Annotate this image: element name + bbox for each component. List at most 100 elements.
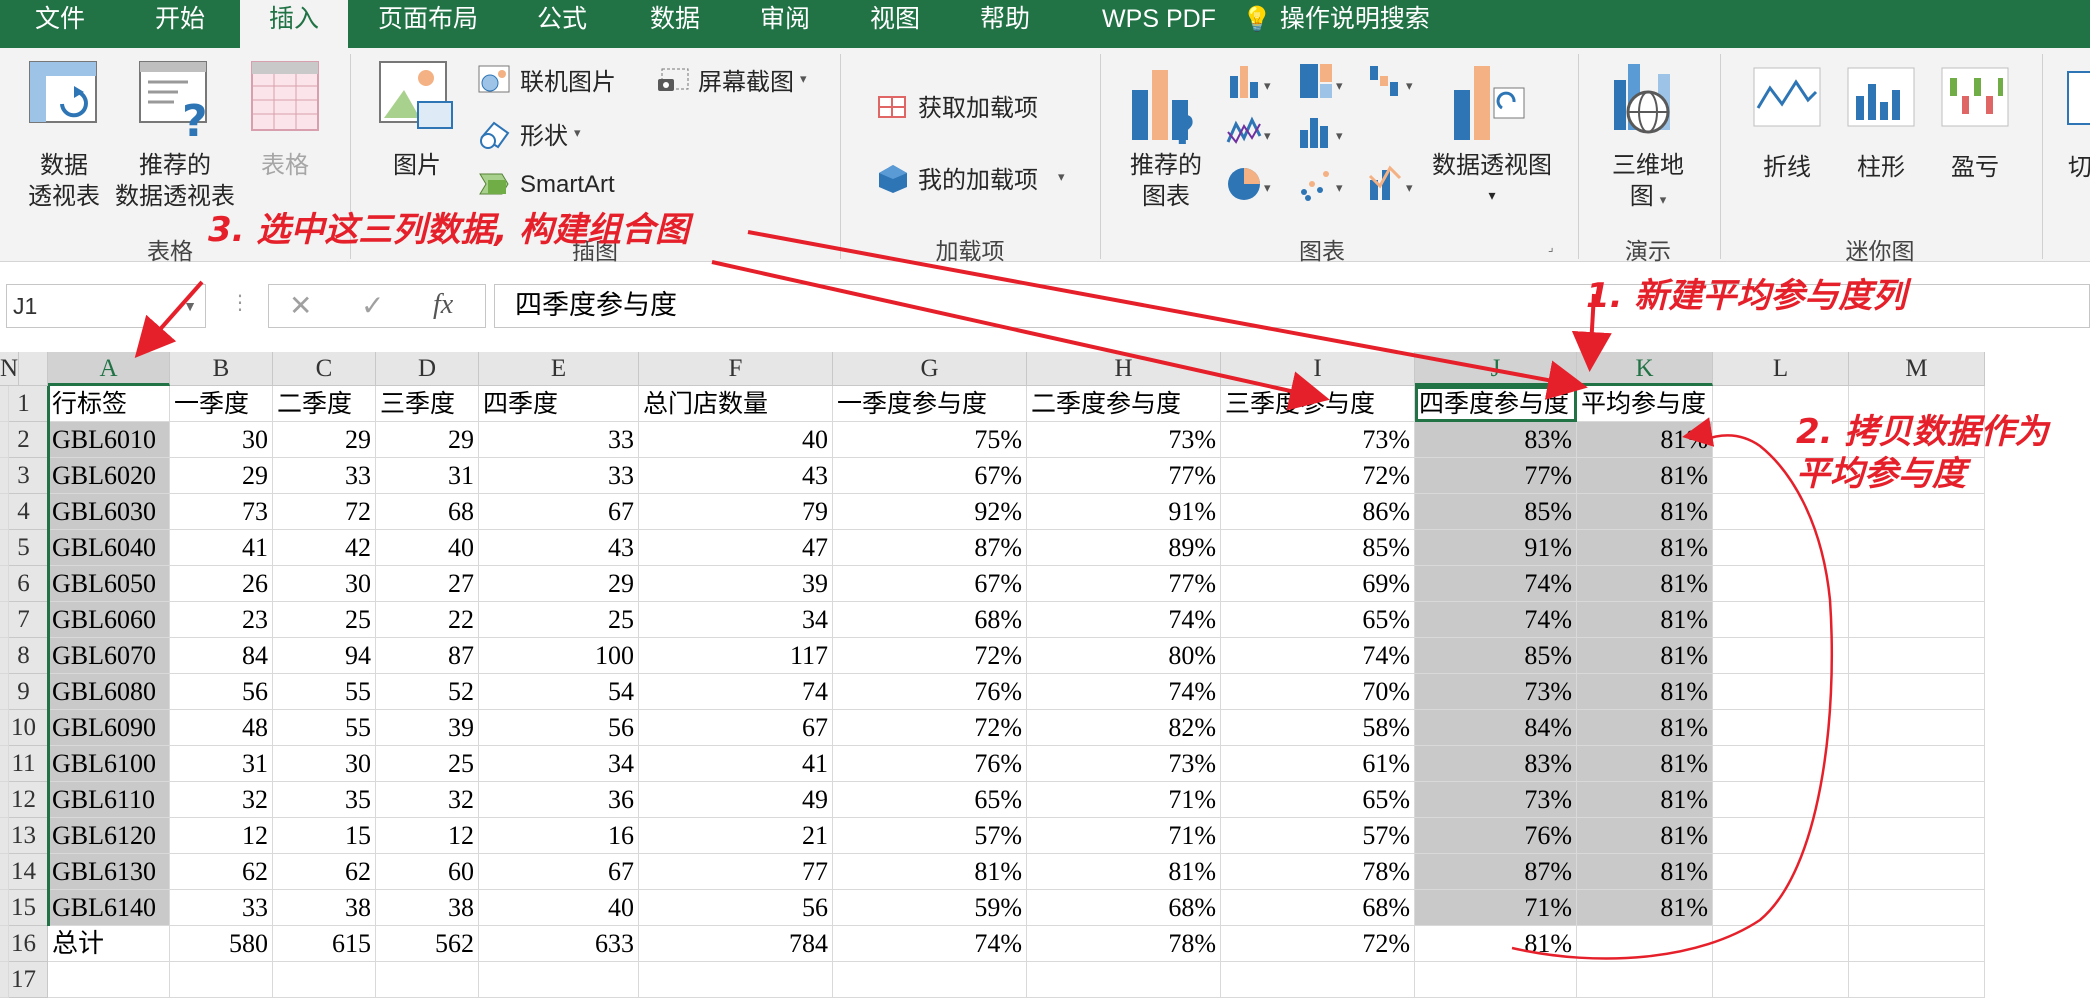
cell-k3[interactable]: 81%: [1577, 458, 1713, 494]
cell-e12[interactable]: 36: [479, 782, 639, 818]
get-addins-button[interactable]: 获取加载项: [876, 88, 1038, 123]
cell-j12[interactable]: 73%: [1415, 782, 1577, 818]
cell-m15[interactable]: [1849, 890, 1985, 926]
cell-m17[interactable]: [1849, 962, 1985, 998]
cell-g8[interactable]: 72%: [833, 638, 1027, 674]
cell-e5[interactable]: 43: [479, 530, 639, 566]
cell-i10[interactable]: 58%: [1221, 710, 1415, 746]
cell-n8[interactable]: [0, 638, 9, 674]
cell-e15[interactable]: 40: [479, 890, 639, 926]
line-chart-icon[interactable]: ▾: [1226, 112, 1278, 152]
scatter-chart-icon[interactable]: ▾: [1298, 162, 1350, 206]
charts-dialog-launcher-icon[interactable]: ⌟: [1548, 240, 1554, 254]
cell-m5[interactable]: [1849, 530, 1985, 566]
cell-i2[interactable]: 73%: [1221, 422, 1415, 458]
cell-k15[interactable]: 81%: [1577, 890, 1713, 926]
cell-j17[interactable]: [1415, 962, 1577, 998]
cell-j15[interactable]: 71%: [1415, 890, 1577, 926]
cell-n9[interactable]: [0, 674, 9, 710]
cell-h14[interactable]: 81%: [1027, 854, 1221, 890]
cell-l6[interactable]: [1713, 566, 1849, 602]
cell-a8[interactable]: GBL6070: [48, 638, 170, 674]
cell-j7[interactable]: 74%: [1415, 602, 1577, 638]
cell-d6[interactable]: 27: [376, 566, 479, 602]
cell-f6[interactable]: 39: [639, 566, 833, 602]
cell-l12[interactable]: [1713, 782, 1849, 818]
cell-c5[interactable]: 42: [273, 530, 376, 566]
cell-g12[interactable]: 65%: [833, 782, 1027, 818]
cell-i8[interactable]: 74%: [1221, 638, 1415, 674]
column-chart-icon[interactable]: ▾: [1226, 62, 1278, 102]
cell-k1[interactable]: 平均参与度: [1577, 386, 1713, 422]
cell-i13[interactable]: 57%: [1221, 818, 1415, 854]
column-header-n[interactable]: N: [0, 352, 20, 386]
cell-h4[interactable]: 91%: [1027, 494, 1221, 530]
cell-l15[interactable]: [1713, 890, 1849, 926]
column-header-i[interactable]: I: [1221, 352, 1415, 386]
cell-c11[interactable]: 30: [273, 746, 376, 782]
cell-k13[interactable]: 81%: [1577, 818, 1713, 854]
cell-m10[interactable]: [1849, 710, 1985, 746]
cell-k4[interactable]: 81%: [1577, 494, 1713, 530]
cell-e6[interactable]: 29: [479, 566, 639, 602]
cell-h6[interactable]: 77%: [1027, 566, 1221, 602]
cell-d8[interactable]: 87: [376, 638, 479, 674]
cell-n2[interactable]: [0, 422, 9, 458]
cell-f12[interactable]: 49: [639, 782, 833, 818]
pie-chart-icon[interactable]: ▾: [1226, 162, 1278, 206]
column-header-j[interactable]: J: [1415, 352, 1577, 386]
cell-k2[interactable]: 81%: [1577, 422, 1713, 458]
cell-m16[interactable]: [1849, 926, 1985, 962]
tab-formulas[interactable]: 公式: [510, 0, 614, 48]
cell-f5[interactable]: 47: [639, 530, 833, 566]
cell-k12[interactable]: 81%: [1577, 782, 1713, 818]
cell-l9[interactable]: [1713, 674, 1849, 710]
cell-g13[interactable]: 57%: [833, 818, 1027, 854]
table-button[interactable]: 表格: [236, 60, 334, 190]
cell-g10[interactable]: 72%: [833, 710, 1027, 746]
column-header-k[interactable]: K: [1577, 352, 1713, 386]
cell-a17[interactable]: [48, 962, 170, 998]
cell-b10[interactable]: 48: [170, 710, 273, 746]
cell-d4[interactable]: 68: [376, 494, 479, 530]
cell-n11[interactable]: [0, 746, 9, 782]
cell-m13[interactable]: [1849, 818, 1985, 854]
cell-m12[interactable]: [1849, 782, 1985, 818]
cell-h1[interactable]: 二季度参与度: [1027, 386, 1221, 422]
cell-n4[interactable]: [0, 494, 9, 530]
cell-i16[interactable]: 72%: [1221, 926, 1415, 962]
sparkline-line-button[interactable]: 折线: [1746, 66, 1828, 196]
tab-home[interactable]: 开始: [120, 0, 240, 48]
cell-f14[interactable]: 77: [639, 854, 833, 890]
cell-b2[interactable]: 30: [170, 422, 273, 458]
cell-l13[interactable]: [1713, 818, 1849, 854]
cell-i9[interactable]: 70%: [1221, 674, 1415, 710]
cell-e13[interactable]: 16: [479, 818, 639, 854]
cell-h17[interactable]: [1027, 962, 1221, 998]
cell-k14[interactable]: 81%: [1577, 854, 1713, 890]
cell-c14[interactable]: 62: [273, 854, 376, 890]
cell-c4[interactable]: 72: [273, 494, 376, 530]
cell-c9[interactable]: 55: [273, 674, 376, 710]
cell-g15[interactable]: 59%: [833, 890, 1027, 926]
cell-n3[interactable]: [0, 458, 9, 494]
cell-h16[interactable]: 78%: [1027, 926, 1221, 962]
cell-i14[interactable]: 78%: [1221, 854, 1415, 890]
cell-b9[interactable]: 56: [170, 674, 273, 710]
cell-n13[interactable]: [0, 818, 9, 854]
column-header-a[interactable]: A: [48, 352, 170, 386]
cell-b11[interactable]: 31: [170, 746, 273, 782]
tab-insert[interactable]: 插入: [240, 0, 348, 50]
cell-h3[interactable]: 77%: [1027, 458, 1221, 494]
tab-page-layout[interactable]: 页面布局: [366, 0, 490, 48]
cell-l11[interactable]: [1713, 746, 1849, 782]
cell-n10[interactable]: [0, 710, 9, 746]
column-header-c[interactable]: C: [273, 352, 376, 386]
cell-j2[interactable]: 83%: [1415, 422, 1577, 458]
shapes-button[interactable]: 形状 ▾: [478, 116, 581, 151]
slicer-button-partial[interactable]: 切: [2058, 66, 2090, 196]
cell-c10[interactable]: 55: [273, 710, 376, 746]
column-header-m[interactable]: M: [1849, 352, 1985, 386]
cell-a6[interactable]: GBL6050: [48, 566, 170, 602]
waterfall-chart-icon[interactable]: ▾: [1368, 62, 1420, 102]
